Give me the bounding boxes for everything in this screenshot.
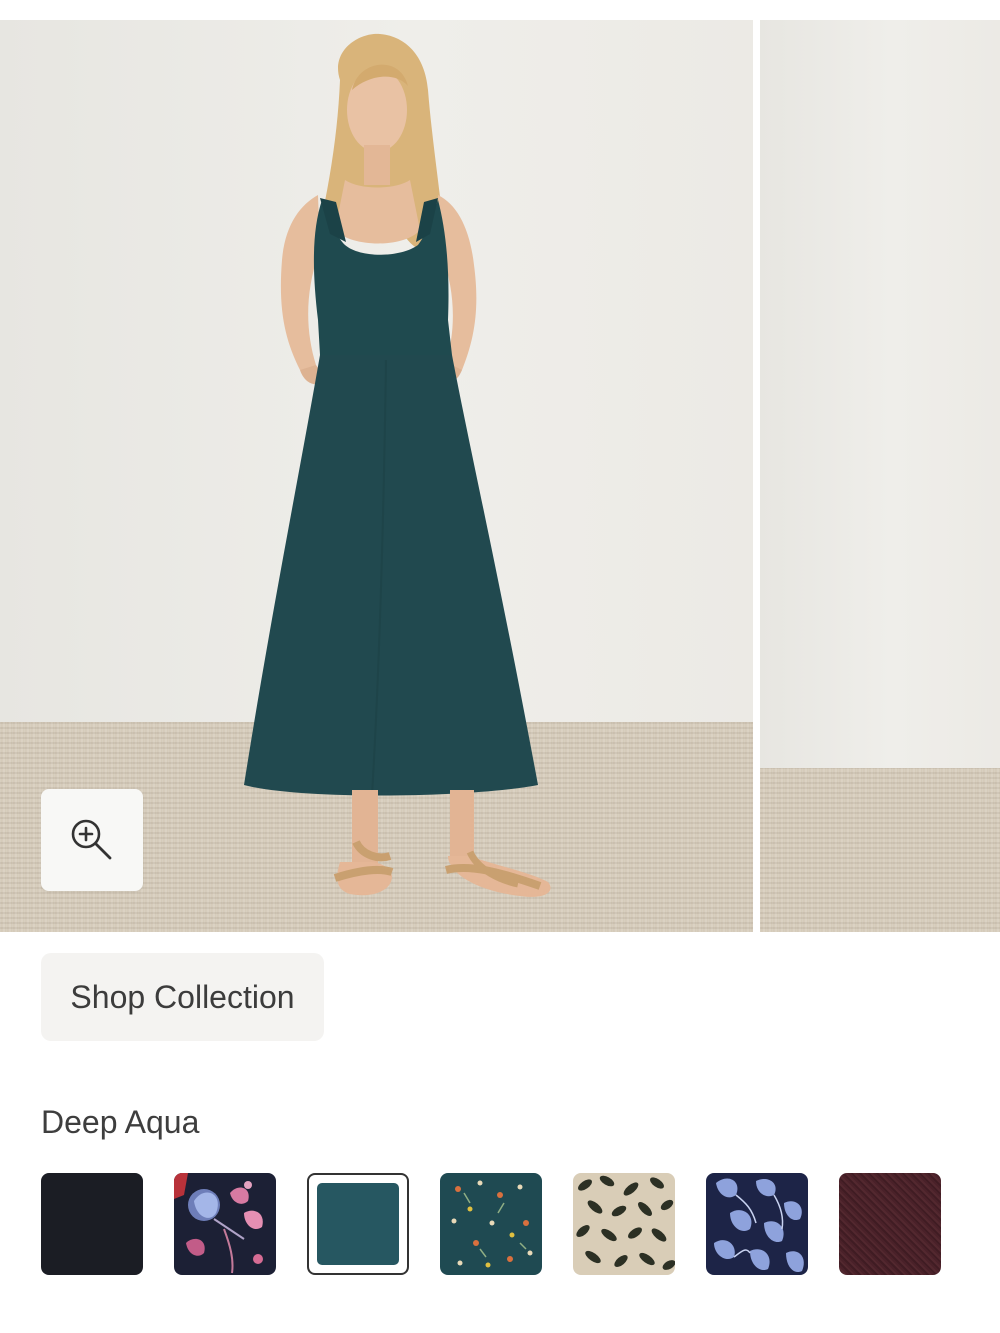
- backdrop-wall: [760, 20, 1000, 768]
- swatch-heather-plum[interactable]: [839, 1173, 941, 1275]
- product-image-main[interactable]: [0, 20, 753, 932]
- swatch-aqua-ditsy-floral[interactable]: [440, 1173, 542, 1275]
- swatch-navy-floral[interactable]: [174, 1173, 276, 1275]
- swatch-deep-aqua[interactable]: [307, 1173, 409, 1275]
- product-image-gallery[interactable]: [0, 20, 1000, 932]
- zoom-button[interactable]: [41, 789, 143, 891]
- backdrop-floor: [760, 768, 1000, 932]
- swatch-navy-blue-floral[interactable]: [706, 1173, 808, 1275]
- product-image-next[interactable]: [760, 20, 1000, 932]
- swatch-leaf-print[interactable]: [573, 1173, 675, 1275]
- swatch-black[interactable]: [41, 1173, 143, 1275]
- color-swatches: [41, 1173, 961, 1275]
- shop-collection-button[interactable]: Shop Collection: [41, 953, 324, 1041]
- zoom-in-icon: [71, 819, 112, 860]
- selected-color-label: Deep Aqua: [41, 1104, 200, 1140]
